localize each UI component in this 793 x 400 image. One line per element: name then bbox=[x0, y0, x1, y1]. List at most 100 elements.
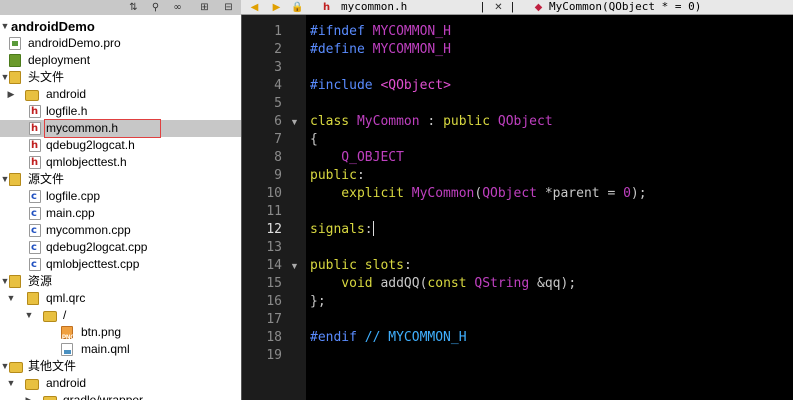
code-line: }; bbox=[310, 294, 326, 309]
file-tab[interactable]: mycommon.h bbox=[341, 0, 407, 15]
top-toolbar: ⇅ ⚲ ∞ ⊞ ⊟ ◀ ▶ 🔒 h mycommon.h | ✕ | ◆ MyC… bbox=[0, 0, 793, 15]
tree-item[interactable]: ▼ 其他文件 bbox=[0, 358, 241, 375]
line-number: 3 bbox=[274, 60, 282, 75]
code-line: #endif // MYCOMMON_H bbox=[310, 330, 467, 345]
expand-arrow-icon[interactable]: ▼ bbox=[24, 307, 34, 324]
tree-item[interactable]: ▶ android bbox=[0, 86, 241, 103]
header-file-icon: h bbox=[322, 2, 331, 13]
line-number: 14 bbox=[266, 258, 282, 273]
cpp-file-icon bbox=[29, 239, 41, 256]
filter-icon[interactable]: ⚲ bbox=[150, 2, 161, 13]
tree-item[interactable]: qmlobjecttest.cpp bbox=[0, 256, 241, 273]
line-number: 11 bbox=[266, 204, 282, 219]
tree-item[interactable]: qmlobjecttest.h bbox=[0, 154, 241, 171]
tree-item[interactable]: btn.png bbox=[0, 324, 241, 347]
folder-icon bbox=[25, 379, 39, 390]
expand-arrow-icon[interactable]: ▼ bbox=[0, 18, 10, 35]
header-file-icon bbox=[29, 137, 41, 154]
code-line: void addQQ(const QString &qq); bbox=[310, 276, 577, 291]
line-number-current: 12 bbox=[266, 222, 282, 237]
sources-folder-icon bbox=[9, 173, 21, 186]
tree-item[interactable]: ▼ 资源 bbox=[0, 273, 241, 290]
line-number: 15 bbox=[266, 276, 282, 291]
folder-icon bbox=[25, 90, 39, 101]
line-number: 9 bbox=[274, 168, 282, 183]
fold-marker-icon[interactable]: ▼ bbox=[290, 257, 300, 275]
qrc-file-icon bbox=[27, 292, 39, 305]
tree-item[interactable]: ▼ 源文件 bbox=[0, 171, 241, 188]
symbol-selector[interactable]: MyCommon(QObject * = 0) bbox=[549, 0, 701, 15]
code-line: class MyCommon : public QObject bbox=[310, 114, 553, 129]
code-line: #ifndef MYCOMMON_H bbox=[310, 24, 451, 39]
tree-item[interactable]: ▶ gradle/wrapper bbox=[0, 392, 241, 400]
tree-item[interactable]: logfile.cpp bbox=[0, 188, 241, 205]
tree-item[interactable]: ▼ qml.qrc bbox=[0, 290, 241, 307]
png-file-icon bbox=[61, 326, 75, 347]
code-line-current: signals: bbox=[310, 221, 374, 237]
headers-folder-icon bbox=[9, 71, 21, 84]
expand-arrow-icon[interactable]: ▼ bbox=[6, 375, 16, 392]
tree-item[interactable]: androidDemo.pro bbox=[0, 35, 241, 52]
code-line: explicit MyCommon(QObject *parent = 0); bbox=[310, 186, 647, 201]
forward-arrow-icon[interactable]: ▶ bbox=[271, 2, 282, 13]
back-arrow-icon[interactable]: ◀ bbox=[249, 2, 260, 13]
tree-item[interactable]: logfile.h bbox=[0, 103, 241, 120]
code-line: #include <QObject> bbox=[310, 78, 451, 93]
tab-separator: | bbox=[481, 1, 484, 13]
symbol-icon: ◆ bbox=[534, 2, 543, 13]
code-line: public: bbox=[310, 168, 365, 183]
code-line: #define MYCOMMON_H bbox=[310, 42, 451, 57]
tree-root[interactable]: ▼ androidDemo bbox=[0, 18, 241, 35]
lock-icon: 🔒 bbox=[291, 2, 304, 13]
folder-icon bbox=[43, 396, 57, 400]
line-number: 13 bbox=[266, 240, 282, 255]
line-number: 6 bbox=[274, 114, 282, 129]
qml-file-icon bbox=[61, 343, 73, 356]
line-number: 5 bbox=[274, 96, 282, 111]
line-number: 19 bbox=[266, 348, 282, 363]
header-file-icon bbox=[29, 103, 41, 120]
cpp-file-icon bbox=[29, 205, 41, 222]
tree-item[interactable]: ▼ / bbox=[0, 307, 241, 324]
code-line: public slots: bbox=[310, 258, 412, 273]
line-number: 4 bbox=[274, 78, 282, 93]
line-number: 7 bbox=[274, 132, 282, 147]
line-number: 1 bbox=[274, 24, 282, 39]
collapse-arrow-icon[interactable]: ▶ bbox=[24, 392, 34, 400]
line-number: 8 bbox=[274, 150, 282, 165]
tree-item[interactable]: ▼ android bbox=[0, 375, 241, 392]
tree-item[interactable]: ▼ 头文件 bbox=[0, 69, 241, 86]
close-sidebar-icon[interactable]: ⊟ bbox=[223, 2, 234, 13]
sync-icon[interactable]: ⇅ bbox=[128, 2, 139, 13]
cpp-file-icon bbox=[29, 222, 41, 239]
fold-marker-icon[interactable]: ▼ bbox=[290, 113, 300, 131]
cpp-file-icon bbox=[29, 256, 41, 273]
line-number: 17 bbox=[266, 312, 282, 327]
editor-tab-bar: ◀ ▶ 🔒 h mycommon.h | ✕ | ◆ MyCommon(QObj… bbox=[241, 0, 793, 15]
header-file-icon bbox=[29, 154, 41, 171]
close-tab-icon[interactable]: ✕ bbox=[493, 2, 504, 13]
code-line: { bbox=[310, 132, 318, 147]
tree-item[interactable]: deployment bbox=[0, 52, 241, 69]
deployment-icon bbox=[9, 54, 21, 67]
resources-folder-icon bbox=[9, 275, 21, 288]
expand-arrow-icon[interactable]: ▼ bbox=[6, 290, 16, 307]
header-file-icon bbox=[29, 120, 41, 137]
collapse-arrow-icon[interactable]: ▶ bbox=[6, 86, 16, 103]
code-line: Q_OBJECT bbox=[310, 150, 404, 165]
text-cursor bbox=[372, 221, 374, 236]
split-icon[interactable]: ⊞ bbox=[199, 2, 210, 13]
project-toolbar: ⇅ ⚲ ∞ ⊞ ⊟ bbox=[0, 0, 241, 15]
link-icon[interactable]: ∞ bbox=[172, 2, 183, 13]
folder-icon bbox=[43, 311, 57, 322]
project-tree: ▼ androidDemo androidDemo.pro deployment… bbox=[0, 15, 241, 400]
tree-item[interactable]: qdebug2logcat.cpp bbox=[0, 239, 241, 256]
line-number: 18 bbox=[266, 330, 282, 345]
tree-item[interactable]: qdebug2logcat.h bbox=[0, 137, 241, 154]
cpp-file-icon bbox=[29, 188, 41, 205]
tree-item[interactable]: main.cpp bbox=[0, 205, 241, 222]
tree-item-selected[interactable]: mycommon.h bbox=[0, 119, 241, 138]
tree-item[interactable]: mycommon.cpp bbox=[0, 222, 241, 239]
code-editor[interactable]: #ifndef MYCOMMON_H #define MYCOMMON_H #i… bbox=[306, 15, 793, 400]
tree-item[interactable]: main.qml bbox=[0, 341, 241, 358]
